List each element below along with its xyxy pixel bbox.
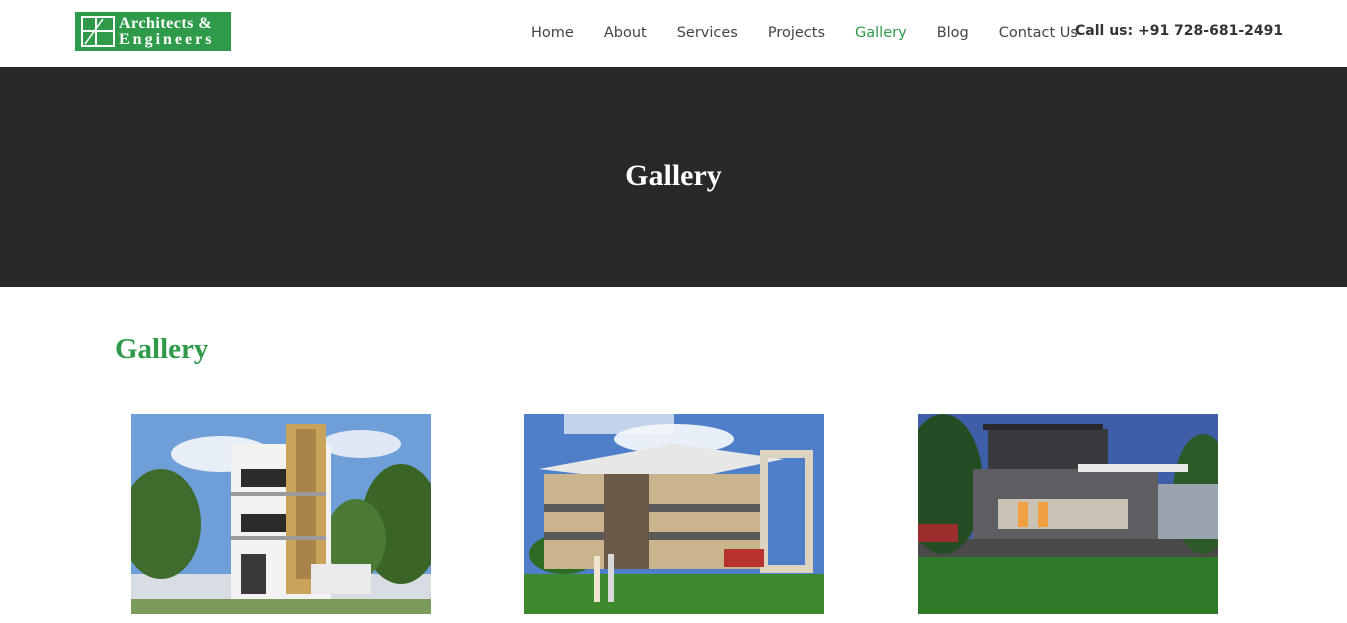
brand-name: Architects & Engineers: [119, 14, 215, 48]
brand-line-1: Architects &: [119, 14, 213, 32]
brand-logo[interactable]: Architects & Engineers: [75, 12, 231, 51]
gallery-image-2[interactable]: [524, 414, 824, 614]
gallery-image-1[interactable]: [131, 414, 431, 614]
gallery-image-3[interactable]: [918, 414, 1218, 614]
call-us[interactable]: Call us: +91 728-681-2491: [1075, 23, 1283, 39]
main-nav: Home About Services Projects Gallery Blo…: [531, 22, 1108, 44]
nav-gallery[interactable]: Gallery: [855, 25, 907, 41]
nav-home[interactable]: Home: [531, 25, 574, 41]
call-label: Call us:: [1075, 23, 1134, 39]
nav-blog[interactable]: Blog: [937, 25, 969, 41]
site-header: Architects & Engineers Home About Servic…: [0, 0, 1347, 67]
nav-services[interactable]: Services: [677, 25, 738, 41]
nav-contact-us[interactable]: Contact Us: [999, 25, 1078, 41]
gallery-heading: Gallery: [115, 333, 209, 365]
nav-projects[interactable]: Projects: [768, 25, 825, 41]
page-banner: Gallery: [0, 67, 1347, 287]
call-number: +91 728-681-2491: [1137, 23, 1284, 39]
nav-about[interactable]: About: [604, 25, 647, 41]
brand-line-2: Engineers: [119, 30, 215, 48]
logo-grid-icon: [75, 12, 119, 51]
banner-title: Gallery: [625, 159, 722, 192]
